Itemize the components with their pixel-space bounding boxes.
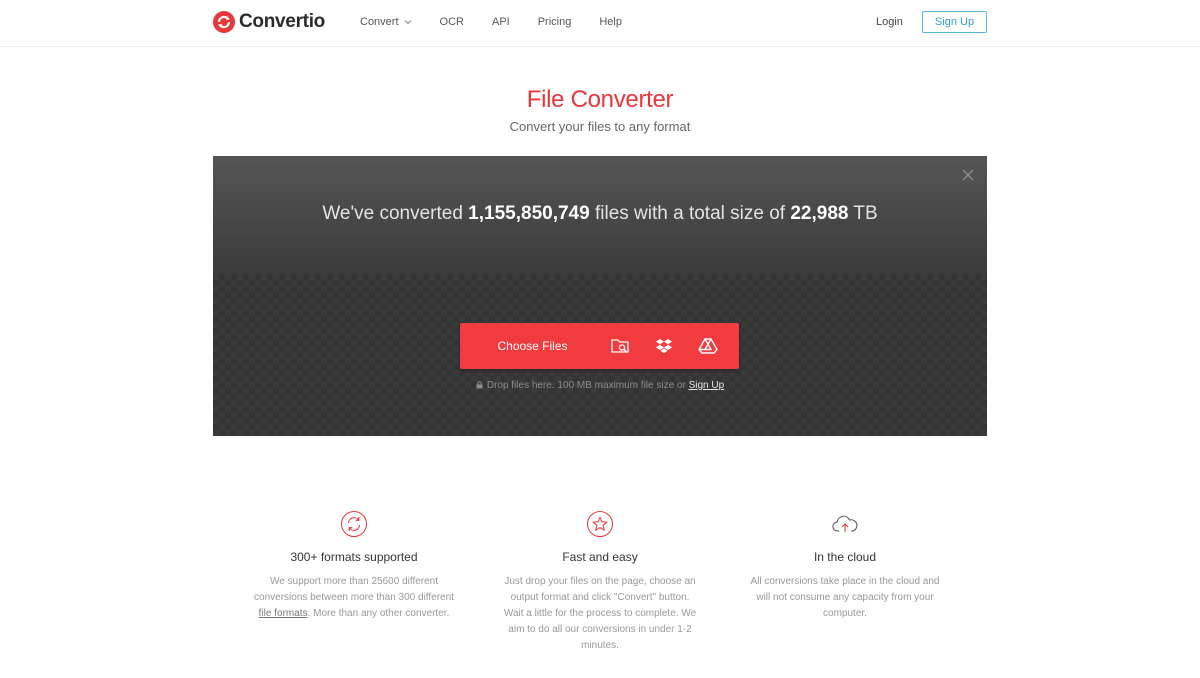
nav-api[interactable]: API (492, 14, 510, 30)
converter-panel: We've converted 1,155,850,749 files with… (213, 156, 987, 436)
nav-help[interactable]: Help (599, 14, 622, 30)
main-nav: Convert OCR API Pricing Help (360, 14, 650, 30)
brand-logo[interactable]: Convertio (213, 10, 325, 34)
nav-pricing-label: Pricing (537, 16, 572, 28)
choose-files-group: Choose Files (460, 323, 739, 369)
conversion-stats: We've converted 1,155,850,749 files with… (213, 203, 987, 225)
nav-ocr[interactable]: OCR (440, 14, 464, 30)
nav-pricing[interactable]: Pricing (538, 14, 572, 30)
feature-formats: 300+ formats supported We support more t… (254, 510, 454, 622)
cloud-upload-icon (832, 515, 858, 532)
stats-prefix: We've converted (322, 203, 469, 224)
chevron-down-icon (404, 20, 411, 25)
feature-cloud-title: In the cloud (813, 550, 877, 564)
nav-api-label: API (491, 16, 510, 28)
nav-convert[interactable]: Convert (360, 14, 412, 30)
feature-formats-text-b: . More than any other converter. (307, 608, 450, 619)
lock-icon (476, 381, 483, 389)
stats-banner: We've converted 1,155,850,749 files with… (213, 156, 987, 274)
site-header: Convertio Convert OCR API Pricing Help L… (0, 0, 1200, 47)
feature-fast-title: Fast and easy (562, 550, 638, 564)
total-size: 22,988 (790, 203, 849, 224)
feature-fast-text: Just drop your files on the page, choose… (503, 576, 697, 651)
feature-formats-title: 300+ formats supported (290, 550, 418, 564)
drop-note-signup-link[interactable]: Sign Up (689, 380, 725, 391)
login-link[interactable]: Login (876, 14, 903, 30)
feature-fast: Fast and easy Just drop your files on th… (500, 510, 700, 654)
google-drive-icon[interactable] (698, 336, 718, 356)
signup-button[interactable]: Sign Up (922, 11, 987, 33)
refresh-icon (341, 511, 367, 537)
page-title: File Converter (526, 86, 674, 113)
folder-search-icon[interactable] (610, 336, 630, 356)
close-icon[interactable] (961, 168, 975, 182)
drop-note-text: Drop files here. 100 MB maximum file siz… (486, 380, 689, 391)
brand-name: Convertio (239, 11, 325, 32)
feature-cloud: In the cloud All conversions take place … (745, 510, 945, 622)
nav-ocr-label: OCR (439, 16, 464, 28)
stats-suffix: TB (848, 203, 878, 224)
feature-formats-text-a: We support more than 25600 different con… (254, 576, 454, 603)
nav-convert-label: Convert (360, 16, 399, 28)
files-count: 1,155,850,749 (468, 203, 590, 224)
star-icon (587, 511, 613, 537)
nav-help-label: Help (599, 16, 622, 28)
dropbox-icon[interactable] (654, 336, 674, 356)
feature-cloud-text: All conversions take place in the cloud … (750, 576, 940, 619)
drop-note: Drop files here. 100 MB maximum file siz… (213, 380, 987, 391)
file-formats-link[interactable]: file formats (259, 608, 308, 619)
choose-files-button[interactable]: Choose Files (460, 323, 605, 369)
convertio-logo-icon (213, 11, 235, 33)
page-subtitle: Convert your files to any format (509, 119, 691, 134)
feature-formats-text: We support more than 25600 different con… (254, 574, 454, 622)
stats-middle: files with a total size of (589, 203, 791, 224)
